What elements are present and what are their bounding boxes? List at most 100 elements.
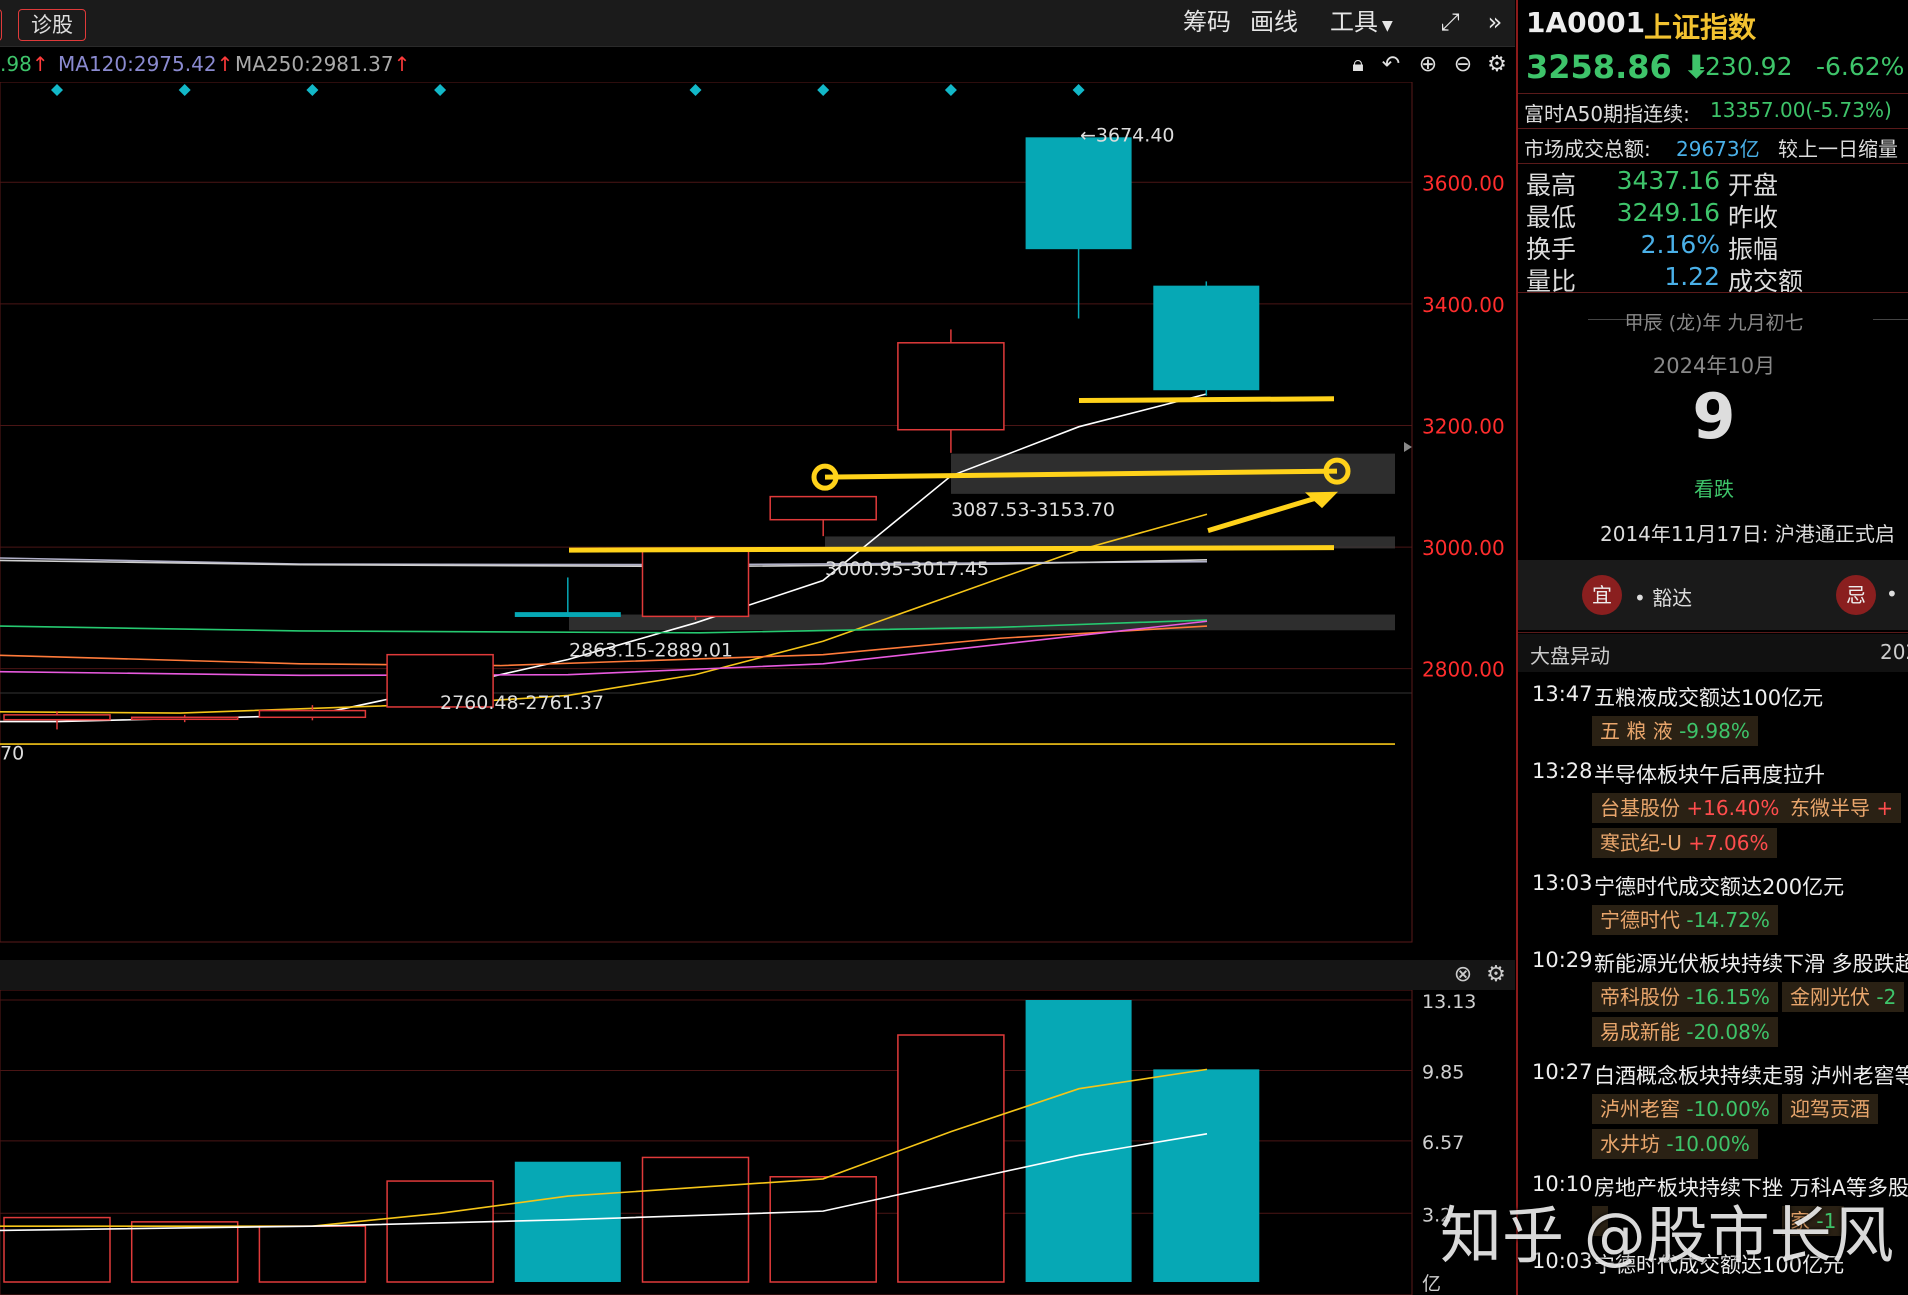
- price-annotation: ←3674.40: [1080, 124, 1175, 146]
- watermark: 知乎 @股市长风: [1440, 1199, 1894, 1272]
- section-header: 大盘异动 202: [1518, 634, 1908, 672]
- stock-chip[interactable]: 金刚光伏 -2: [1782, 982, 1905, 1012]
- stock-chip[interactable]: 宁德时代 -14.72%: [1592, 905, 1778, 935]
- stock-chip-change: +: [1870, 796, 1894, 820]
- news-time: 10:27: [1532, 1060, 1593, 1084]
- volume-bar: [897, 1034, 1005, 1283]
- news-title[interactable]: 半导体板块午后再度拉升: [1594, 759, 1825, 789]
- stock-chip-change: -14.72%: [1680, 908, 1770, 932]
- volume-tick-label: 6.57: [1422, 1132, 1464, 1154]
- stat-label-2: 振幅: [1728, 235, 1779, 264]
- stat-label: 换手: [1526, 235, 1577, 264]
- stock-chip[interactable]: 迎驾贡酒: [1782, 1094, 1878, 1124]
- lunar-date: 甲辰 (龙)年 九月初七: [1624, 312, 1804, 334]
- candle-body: [641, 548, 750, 618]
- ma250-line: [0, 559, 1208, 568]
- turnover-label: 市场成交总额:: [1524, 137, 1651, 161]
- yi-badge: 宜: [1582, 575, 1622, 615]
- lock-icon[interactable]: 🔒︎: [1345, 52, 1371, 78]
- y-tick-label: 3200.00: [1422, 414, 1505, 438]
- candle-body: [3, 714, 111, 721]
- stock-chip-name: 宁德时代: [1600, 908, 1680, 932]
- turnover-value: 29673亿: [1676, 137, 1760, 161]
- news-title[interactable]: 白酒概念板块持续走弱 泸州老窖等: [1594, 1060, 1908, 1090]
- stat-label-2: 昨收: [1728, 203, 1779, 232]
- moving-average-bar: .98↑ MA120:2975.42↑ MA250:2981.37↑: [0, 48, 1515, 82]
- y-tick-label: 3000.00: [1422, 536, 1505, 560]
- price-annotation: 70: [0, 742, 24, 764]
- volume-chart[interactable]: 13.139.856.573.2亿: [0, 990, 1515, 1295]
- index-change: -230.92: [1696, 52, 1793, 81]
- double-chevron-icon[interactable]: »: [1483, 6, 1507, 38]
- drawn-support-line: [1078, 396, 1335, 404]
- stock-chip[interactable]: 易成新能 -20.08%: [1592, 1017, 1778, 1047]
- gear-icon[interactable]: ⚙: [1484, 52, 1510, 78]
- stock-chip-change: -20.08%: [1680, 1020, 1770, 1044]
- event-marker-icon: [51, 84, 63, 96]
- ma250-value: MA250:2981.37↑: [235, 52, 411, 76]
- index-pct: -6.62%: [1816, 52, 1905, 81]
- stock-chip-change: -16.15%: [1680, 985, 1770, 1009]
- price-pointer-icon: [1404, 442, 1412, 452]
- event-marker-icon: [306, 84, 319, 96]
- news-time: 10:29: [1532, 948, 1593, 972]
- event-marker-icon: [1072, 84, 1085, 96]
- plot-frame: [0, 82, 1413, 943]
- volume-tick-label: 13.13: [1422, 991, 1476, 1013]
- stock-chip[interactable]: 东微半导 +: [1782, 793, 1902, 823]
- diagnose-stock-button[interactable]: 诊股: [18, 9, 86, 41]
- stock-chip-change: -2: [1870, 985, 1897, 1009]
- index-name: 上证指数: [1644, 11, 1757, 44]
- stat-value: 2.16%: [1640, 230, 1720, 259]
- candle-body: [1025, 137, 1132, 250]
- expand-icon[interactable]: ⤢: [1435, 6, 1465, 38]
- ji-text: •: [1886, 582, 1898, 606]
- news-title[interactable]: 宁德时代成交额达200亿元: [1594, 871, 1844, 901]
- drawn-gap-line: [568, 545, 1335, 553]
- stock-chip-name: 帝科股份: [1600, 985, 1680, 1009]
- candle-body: [130, 716, 239, 721]
- volume-bar: [130, 1221, 239, 1283]
- news-title[interactable]: 新能源光伏板块持续下滑 多股跌超: [1594, 948, 1908, 978]
- tools-menu-button[interactable]: 工具 ▼: [1330, 6, 1393, 38]
- event-marker-icon: [178, 84, 191, 96]
- chip-distribution-button[interactable]: 筹码: [1183, 6, 1231, 38]
- event-marker-icon: [434, 84, 447, 96]
- volume-bar: [1025, 1000, 1132, 1282]
- draw-line-button[interactable]: 画线: [1250, 6, 1298, 38]
- stock-chip-name: 五 粮 液: [1600, 719, 1673, 743]
- stock-chip[interactable]: 泸州老窖 -10.00%: [1592, 1094, 1778, 1124]
- market-mood: 看跌: [1694, 477, 1734, 501]
- volume-gear-icon[interactable]: ⚙: [1483, 962, 1509, 988]
- stock-chip[interactable]: 帝科股份 -16.15%: [1592, 982, 1778, 1012]
- candle-body: [897, 342, 1005, 431]
- candlestick-chart[interactable]: 3600.00 3400.00 3200.00 3000.00 2800.00 ←367…: [0, 82, 1515, 962]
- volume-bar: [3, 1216, 111, 1283]
- news-time: 13:03: [1532, 871, 1593, 895]
- stock-chip-name: 易成新能: [1600, 1020, 1680, 1044]
- volume-bar: [769, 1176, 877, 1283]
- news-title[interactable]: 五粮液成交额达100亿元: [1594, 682, 1823, 712]
- stock-chip[interactable]: 寒武纪-U +7.06%: [1592, 828, 1777, 858]
- stock-chip-change: -10.00%: [1660, 1132, 1750, 1156]
- chart-toolbar: 诊股 筹码 画线 工具 ▼ ⤢ »: [0, 0, 1515, 47]
- index-code: 1A0001: [1526, 6, 1646, 39]
- section-title: 大盘异动: [1530, 644, 1610, 668]
- stock-chip[interactable]: 水井坊 -10.00%: [1592, 1129, 1758, 1159]
- stock-chip-name: 寒武纪-U: [1600, 831, 1682, 855]
- candle-body: [1153, 285, 1260, 391]
- volume-tick-label: 9.85: [1422, 1061, 1464, 1083]
- zoom-out-icon[interactable]: ⊖: [1450, 52, 1476, 78]
- volume-unit-label: 亿: [1422, 1273, 1441, 1295]
- zoom-in-icon[interactable]: ⊕: [1415, 52, 1441, 78]
- stock-chip-change: -9.98%: [1672, 719, 1750, 743]
- undo-icon[interactable]: ↶: [1378, 52, 1404, 78]
- volume-bar: [514, 1161, 621, 1282]
- stock-chip-change: -10.00%: [1680, 1097, 1770, 1121]
- stock-chip[interactable]: 五 粮 液 -9.98%: [1592, 716, 1758, 746]
- stat-value: 1.22: [1664, 262, 1720, 291]
- close-icon[interactable]: ⊗: [1450, 962, 1476, 988]
- price-annotation: 3087.53-3153.70: [951, 499, 1115, 521]
- stock-chip[interactable]: 台基股份 +16.40%: [1592, 793, 1788, 823]
- hidden-tab-button[interactable]: [0, 9, 2, 41]
